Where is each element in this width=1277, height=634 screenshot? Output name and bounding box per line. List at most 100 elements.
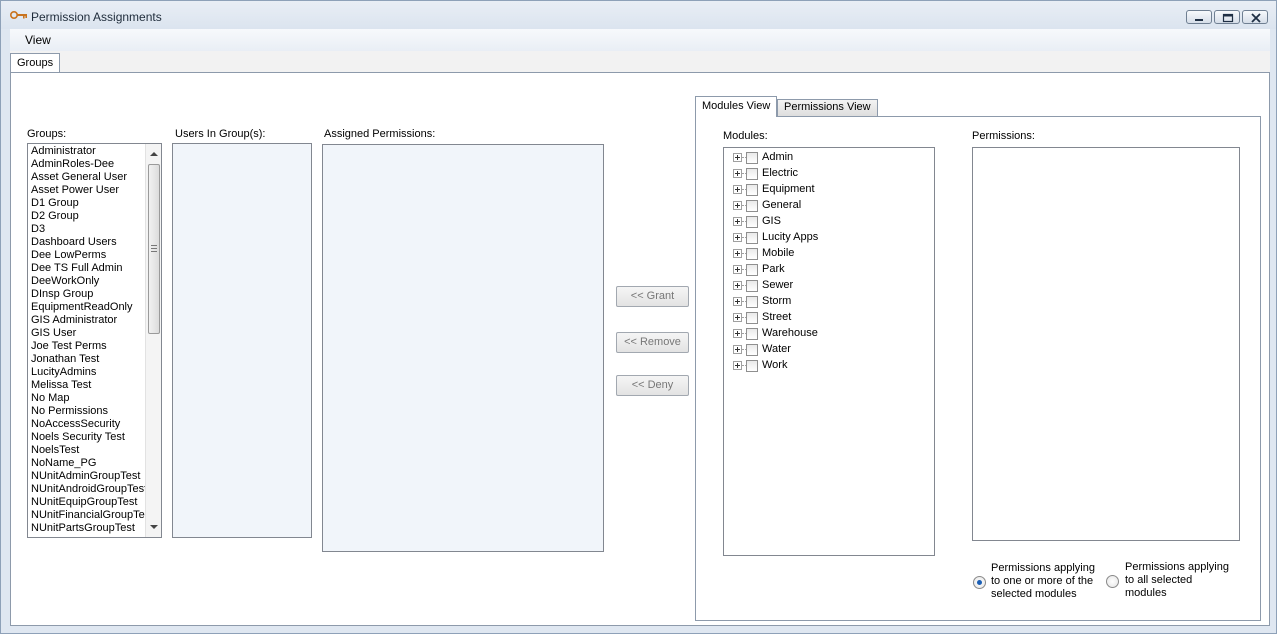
expand-plus-icon[interactable] — [733, 217, 742, 226]
tree-node[interactable]: Sewer — [733, 278, 913, 294]
expand-plus-icon[interactable] — [733, 169, 742, 178]
module-checkbox[interactable] — [746, 280, 758, 292]
tree-node[interactable]: General — [733, 198, 913, 214]
list-item[interactable]: D3 — [28, 223, 146, 236]
tree-node[interactable]: Admin — [733, 150, 913, 166]
tree-node[interactable]: Electric — [733, 166, 913, 182]
list-item[interactable]: No Map — [28, 392, 146, 405]
module-label[interactable]: Equipment — [762, 183, 815, 195]
list-item[interactable]: GIS User — [28, 327, 146, 340]
tab-permissions-view[interactable]: Permissions View — [777, 99, 878, 117]
scroll-down-icon[interactable] — [149, 523, 159, 531]
list-item[interactable]: Dee TS Full Admin — [28, 262, 146, 275]
list-item[interactable]: Asset Power User — [28, 184, 146, 197]
tree-node[interactable]: Work — [733, 358, 913, 374]
list-item[interactable]: DeeWorkOnly — [28, 275, 146, 288]
expand-plus-icon[interactable] — [733, 185, 742, 194]
module-checkbox[interactable] — [746, 168, 758, 180]
list-item[interactable]: AdminRoles-Dee — [28, 158, 146, 171]
expand-plus-icon[interactable] — [733, 361, 742, 370]
one-or-more-modules-radio[interactable] — [973, 576, 986, 589]
modules-tree[interactable]: Admin Electric Equipment General GIS Lucity A… — [723, 147, 935, 556]
users-in-group-listbox[interactable] — [172, 143, 312, 538]
list-item[interactable]: NUnitFinancialGroupTest — [28, 509, 146, 522]
module-checkbox[interactable] — [746, 312, 758, 324]
module-checkbox[interactable] — [746, 184, 758, 196]
list-item[interactable]: NUnitAndroidGroupTest — [28, 483, 146, 496]
module-label[interactable]: Water — [762, 343, 791, 355]
module-label[interactable]: Mobile — [762, 247, 794, 259]
module-label[interactable]: Storm — [762, 295, 791, 307]
module-checkbox[interactable] — [746, 248, 758, 260]
module-label[interactable]: Lucity Apps — [762, 231, 818, 243]
list-item[interactable]: Administrator — [28, 145, 146, 158]
permissions-listbox[interactable] — [972, 147, 1240, 541]
module-label[interactable]: General — [762, 199, 801, 211]
list-item[interactable]: Noels Security Test — [28, 431, 146, 444]
expand-plus-icon[interactable] — [733, 329, 742, 338]
tree-node[interactable]: Mobile — [733, 246, 913, 262]
list-item[interactable]: Dashboard Users — [28, 236, 146, 249]
maximize-button[interactable] — [1214, 10, 1240, 24]
one-or-more-modules-label[interactable]: Permissions applying to one or more of t… — [991, 562, 1095, 601]
tab-modules-view[interactable]: Modules View — [695, 96, 778, 117]
all-selected-modules-radio[interactable] — [1106, 575, 1119, 588]
module-label[interactable]: Park — [762, 263, 785, 275]
menu-view[interactable]: View — [23, 33, 53, 47]
module-checkbox[interactable] — [746, 328, 758, 340]
list-item[interactable]: Melissa Test — [28, 379, 146, 392]
list-item[interactable]: NUnitPartsGroupTest — [28, 522, 146, 535]
module-label[interactable]: Street — [762, 311, 791, 323]
tree-node[interactable]: GIS — [733, 214, 913, 230]
list-item[interactable]: NoelsTest — [28, 444, 146, 457]
list-item[interactable]: NoAccessSecurity — [28, 418, 146, 431]
list-item[interactable]: NoName_PG — [28, 457, 146, 470]
module-checkbox[interactable] — [746, 152, 758, 164]
module-label[interactable]: Work — [762, 359, 787, 371]
module-checkbox[interactable] — [746, 344, 758, 356]
module-checkbox[interactable] — [746, 360, 758, 372]
assigned-permissions-listbox[interactable] — [322, 144, 604, 552]
deny-button[interactable]: << Deny — [616, 375, 689, 396]
list-item[interactable]: LucityAdmins — [28, 366, 146, 379]
all-selected-modules-label[interactable]: Permissions applying to all selected mod… — [1125, 561, 1229, 600]
expand-plus-icon[interactable] — [733, 297, 742, 306]
list-item[interactable]: DInsp Group — [28, 288, 146, 301]
module-checkbox[interactable] — [746, 296, 758, 308]
list-item[interactable]: D1 Group — [28, 197, 146, 210]
module-checkbox[interactable] — [746, 200, 758, 212]
expand-plus-icon[interactable] — [733, 345, 742, 354]
expand-plus-icon[interactable] — [733, 265, 742, 274]
scroll-thumb[interactable] — [148, 164, 160, 334]
expand-plus-icon[interactable] — [733, 249, 742, 258]
tree-node[interactable]: Park — [733, 262, 913, 278]
list-item[interactable]: No Permissions — [28, 405, 146, 418]
list-item[interactable]: Joe Test Perms — [28, 340, 146, 353]
groups-listbox[interactable]: Administrator AdminRoles-Dee Asset General… — [27, 143, 162, 538]
close-button[interactable] — [1242, 10, 1268, 24]
list-item[interactable]: Jonathan Test — [28, 353, 146, 366]
expand-plus-icon[interactable] — [733, 281, 742, 290]
expand-plus-icon[interactable] — [733, 153, 742, 162]
expand-plus-icon[interactable] — [733, 233, 742, 242]
list-item[interactable]: NUnitEquipGroupTest — [28, 496, 146, 509]
list-item[interactable]: D2 Group — [28, 210, 146, 223]
groups-scrollbar[interactable] — [145, 144, 161, 537]
scroll-up-icon[interactable] — [149, 150, 159, 158]
tab-groups[interactable]: Groups — [10, 53, 61, 74]
expand-plus-icon[interactable] — [733, 201, 742, 210]
remove-button[interactable]: << Remove — [616, 332, 689, 353]
module-label[interactable]: GIS — [762, 215, 781, 227]
tree-node[interactable]: Street — [733, 310, 913, 326]
tree-node[interactable]: Lucity Apps — [733, 230, 913, 246]
module-label[interactable]: Warehouse — [762, 327, 818, 339]
module-checkbox[interactable] — [746, 232, 758, 244]
list-item[interactable]: GIS Administrator — [28, 314, 146, 327]
list-item[interactable]: EquipmentReadOnly — [28, 301, 146, 314]
tree-node[interactable]: Storm — [733, 294, 913, 310]
module-checkbox[interactable] — [746, 216, 758, 228]
tree-node[interactable]: Equipment — [733, 182, 913, 198]
expand-plus-icon[interactable] — [733, 313, 742, 322]
module-label[interactable]: Sewer — [762, 279, 793, 291]
list-item[interactable]: NUnitAdminGroupTest — [28, 470, 146, 483]
